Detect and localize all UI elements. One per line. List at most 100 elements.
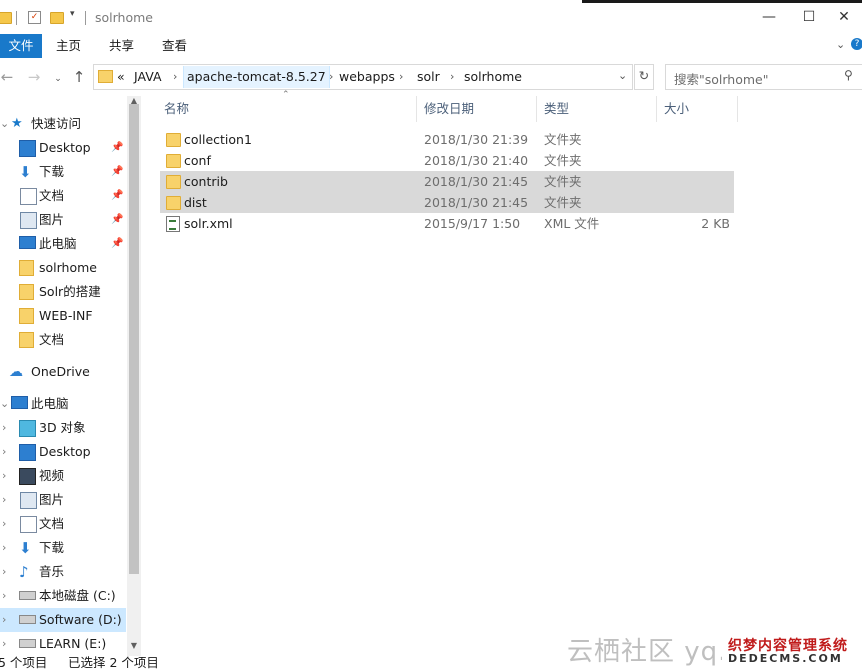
column-header-type[interactable]: 类型 [544, 96, 569, 122]
help-icon[interactable]: ? [851, 38, 862, 50]
address-dropdown-icon[interactable]: ⌄ [618, 69, 627, 82]
desktop-icon [19, 444, 36, 461]
chevron-down-icon[interactable]: ⌄ [0, 392, 9, 416]
properties-icon[interactable]: ✓ [28, 11, 41, 24]
sidebar-item-this-pc-pinned[interactable]: 此电脑 📌 [0, 232, 127, 256]
sidebar-item-onedrive[interactable]: ☁ OneDrive [0, 360, 127, 384]
breadcrumb-tomcat[interactable]: apache-tomcat-8.5.27 [183, 66, 330, 88]
close-button[interactable]: ✕ [826, 0, 862, 34]
sidebar-item-label: 文档 [39, 332, 65, 347]
folder-icon [166, 175, 181, 189]
sidebar-item-3d-objects[interactable]: › 3D 对象 [0, 416, 127, 440]
pin-icon[interactable]: 📌 [111, 232, 123, 256]
chevron-right-icon[interactable]: › [2, 584, 6, 608]
sidebar-item-pc-documents[interactable]: › 文档 [0, 512, 127, 536]
sidebar-item-quick-access[interactable]: ⌄ ★ 快速访问 [0, 112, 127, 136]
forward-arrow-icon[interactable]: → [26, 64, 42, 90]
sidebar-item-drive-c[interactable]: › 本地磁盘 (C:) [0, 584, 127, 608]
scrollbar-thumb[interactable] [129, 104, 139, 574]
chevron-right-icon[interactable]: › [2, 464, 6, 488]
3d-objects-icon [19, 420, 36, 437]
file-row-selected[interactable]: contrib 2018/1/30 21:45 文件夹 [160, 171, 734, 192]
new-folder-icon[interactable] [50, 12, 64, 24]
file-date: 2015/9/17 1:50 [424, 216, 521, 231]
file-row-selected[interactable]: dist 2018/1/30 21:45 文件夹 [160, 192, 734, 213]
column-header-date[interactable]: 修改日期 [424, 96, 474, 122]
sidebar-item-pc-pictures[interactable]: › 图片 [0, 488, 127, 512]
sidebar-item-solr-setup[interactable]: Solr的搭建 [0, 280, 127, 304]
sidebar-item-drive-e[interactable]: › LEARN (E:) [0, 632, 127, 656]
file-type: 文件夹 [544, 153, 582, 168]
sidebar-item-pc-desktop[interactable]: › Desktop [0, 440, 127, 464]
chevron-right-icon[interactable]: › [2, 512, 6, 536]
pin-icon[interactable]: 📌 [111, 208, 123, 232]
sidebar-item-desktop[interactable]: Desktop 📌 [0, 136, 127, 160]
sidebar-item-label: 图片 [39, 212, 65, 227]
breadcrumb-solrhome[interactable]: solrhome [464, 66, 522, 88]
breadcrumb-webapps[interactable]: webapps [339, 66, 395, 88]
tab-home[interactable]: 主页 [56, 34, 81, 58]
search-icon[interactable]: ⚲ [844, 68, 853, 82]
tab-view[interactable]: 查看 [162, 34, 187, 58]
chevron-right-icon[interactable]: › [173, 66, 177, 88]
sidebar-item-downloads[interactable]: ⬇ 下载 📌 [0, 160, 127, 184]
sidebar-item-label: LEARN (E:) [39, 636, 107, 651]
file-row[interactable]: conf 2018/1/30 21:40 文件夹 [160, 150, 734, 171]
chevron-right-icon[interactable]: › [329, 66, 333, 88]
chevron-right-icon[interactable]: › [2, 536, 6, 560]
customize-quick-access-icon[interactable]: ▾ [70, 9, 75, 19]
breadcrumb-solr[interactable]: solr [417, 66, 440, 88]
breadcrumb-overflow[interactable]: « [117, 66, 125, 88]
chevron-right-icon[interactable]: › [2, 416, 6, 440]
sidebar-item-pc-downloads[interactable]: › ⬇ 下载 [0, 536, 127, 560]
breadcrumb-java[interactable]: JAVA [134, 66, 162, 88]
back-arrow-icon[interactable]: ← [0, 64, 14, 90]
sidebar-item-drive-d[interactable]: › Software (D:) [0, 608, 126, 632]
chevron-down-icon[interactable]: ⌄ [0, 112, 9, 136]
chevron-right-icon[interactable]: › [2, 560, 6, 584]
chevron-right-icon[interactable]: › [2, 608, 6, 632]
pin-icon[interactable]: 📌 [111, 184, 123, 208]
sidebar-item-docs-folder[interactable]: 文档 [0, 328, 127, 352]
sidebar-item-documents[interactable]: 文档 📌 [0, 184, 127, 208]
chevron-right-icon[interactable]: › [399, 66, 403, 88]
column-header-size[interactable]: 大小 [664, 96, 689, 122]
chevron-down-icon[interactable]: ⌄ [836, 38, 845, 51]
download-icon: ⬇ [19, 539, 32, 557]
folder-icon [166, 133, 181, 147]
file-row[interactable]: solr.xml 2015/9/17 1:50 XML 文件 2 KB [160, 213, 734, 234]
sidebar-scrollbar[interactable]: ▲ ▼ [127, 96, 141, 656]
drive-icon [19, 615, 36, 624]
sidebar-item-solrhome[interactable]: solrhome [0, 256, 127, 280]
search-input[interactable]: 搜索"solrhome" ⚲ [665, 64, 862, 90]
chevron-right-icon[interactable]: › [2, 488, 6, 512]
sidebar-item-videos[interactable]: › 视频 [0, 464, 127, 488]
pin-icon[interactable]: 📌 [111, 160, 123, 184]
chevron-right-icon[interactable]: › [2, 632, 6, 656]
file-row[interactable]: collection1 2018/1/30 21:39 文件夹 [160, 129, 734, 150]
sidebar-item-web-inf[interactable]: WEB-INF [0, 304, 127, 328]
tab-share[interactable]: 共享 [109, 34, 134, 58]
sidebar-item-label: Desktop [39, 444, 91, 459]
sidebar-item-pictures[interactable]: 图片 📌 [0, 208, 127, 232]
cloud-icon: ☁ [9, 364, 23, 380]
status-item-count: 5 个项目 [0, 655, 48, 670]
scroll-down-icon[interactable]: ▼ [127, 641, 141, 650]
pin-icon[interactable]: 📌 [111, 136, 123, 160]
refresh-icon[interactable]: ↻ [634, 64, 654, 90]
sidebar-item-music[interactable]: › ♪ 音乐 [0, 560, 127, 584]
tab-file[interactable]: 文件 [0, 34, 42, 58]
chevron-right-icon[interactable]: › [2, 440, 6, 464]
up-arrow-icon[interactable]: ↑ [70, 64, 88, 90]
sidebar-item-label: 音乐 [39, 564, 65, 579]
sidebar-item-label: Desktop [39, 140, 91, 155]
recent-locations-icon[interactable]: ⌄ [52, 66, 64, 92]
file-name: dist [184, 195, 207, 210]
sidebar-item-label: 此电脑 [39, 236, 77, 251]
sidebar-item-this-pc[interactable]: ⌄ 此电脑 [0, 392, 127, 416]
sidebar-item-label: 图片 [39, 492, 65, 507]
column-header-name[interactable]: 名称 [164, 96, 189, 122]
address-bar[interactable]: « JAVA › apache-tomcat-8.5.27 › webapps … [93, 64, 633, 90]
ribbon-tabs: 文件 主页 共享 查看 ⌄ ? [0, 34, 862, 58]
chevron-right-icon[interactable]: › [450, 66, 454, 88]
